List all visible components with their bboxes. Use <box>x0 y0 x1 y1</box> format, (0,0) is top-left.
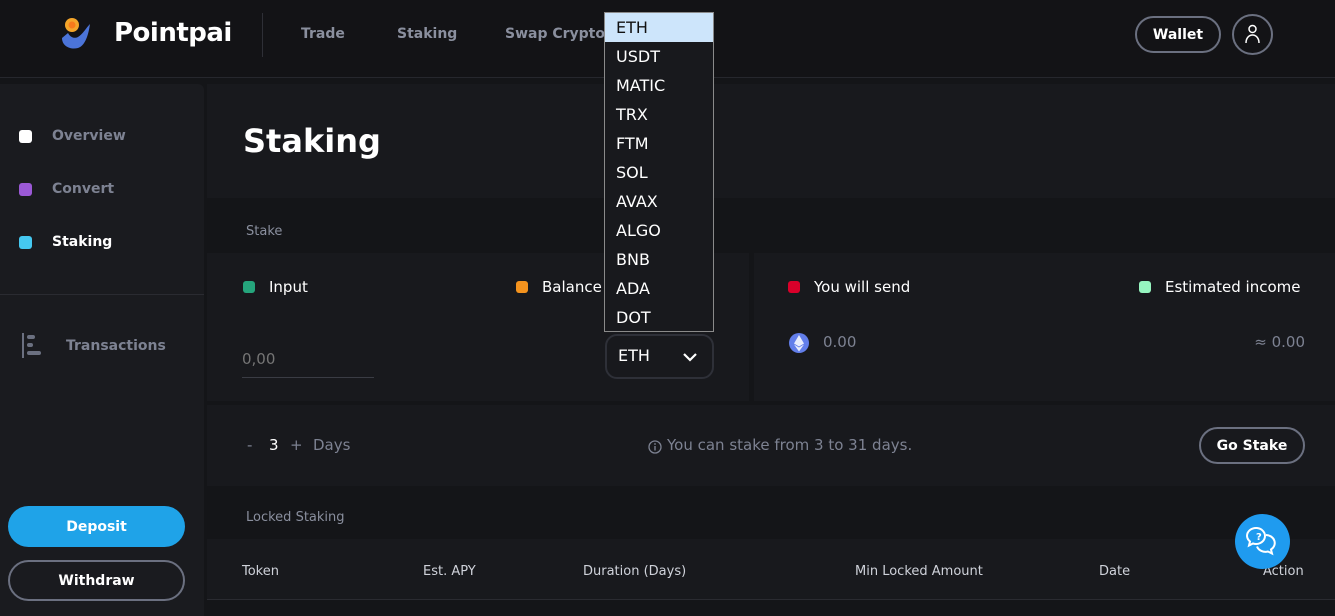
balance-label-text: Balance <box>542 278 602 296</box>
brand-name: Pointpai <box>114 18 232 48</box>
nav-staking[interactable]: Staking <box>397 26 457 42</box>
send-card: You will send Estimated income 0.00 ≈ 0.… <box>754 253 1335 401</box>
days-increment-button[interactable]: + <box>290 436 303 454</box>
days-label: Days <box>313 436 351 454</box>
chevron-down-icon <box>683 353 697 362</box>
income-label: Estimated income <box>1139 278 1300 296</box>
token-option-trx[interactable]: TRX <box>605 100 713 129</box>
sidebar-divider <box>0 294 204 295</box>
input-color-icon <box>243 281 255 293</box>
sidebar-item-convert[interactable]: Convert <box>19 179 114 199</box>
sidebar-item-overview[interactable]: Overview <box>19 126 126 146</box>
eth-icon <box>789 333 809 353</box>
balance-color-icon <box>516 281 528 293</box>
income-label-text: Estimated income <box>1165 278 1301 296</box>
sidebar-item-transactions[interactable]: Transactions <box>22 333 166 358</box>
sidebar-item-label: Convert <box>52 181 115 197</box>
stake-range-info: You can stake from 3 to 31 days. <box>667 436 913 454</box>
column-min-locked: Min Locked Amount <box>855 564 983 579</box>
user-profile-button[interactable] <box>1232 14 1273 55</box>
svg-text:?: ? <box>1256 532 1262 543</box>
column-token: Token <box>242 564 279 579</box>
sidebar-item-label: Staking <box>52 234 113 250</box>
token-dropdown-list[interactable]: ETH USDT MATIC TRX FTM SOL AVAX ALGO BNB… <box>604 12 714 332</box>
help-chat-button[interactable]: ? <box>1235 514 1290 569</box>
sidebar-item-label: Transactions <box>66 338 166 354</box>
token-option-sol[interactable]: SOL <box>605 158 713 187</box>
staking-dot-icon <box>19 235 32 249</box>
token-option-dot[interactable]: DOT <box>605 303 713 332</box>
withdraw-button[interactable]: Withdraw <box>8 560 185 601</box>
sidebar-item-label: Overview <box>52 128 126 144</box>
convert-dot-icon <box>19 182 32 196</box>
locked-staking-label: Locked Staking <box>246 510 345 525</box>
column-duration: Duration (Days) <box>583 564 687 579</box>
send-label: You will send <box>788 278 910 296</box>
days-value: 3 <box>269 436 279 454</box>
sidebar-item-staking[interactable]: Staking <box>19 232 112 252</box>
send-label-text: You will send <box>814 278 911 296</box>
token-option-bnb[interactable]: BNB <box>605 245 713 274</box>
page-title-box: Staking <box>207 84 1335 198</box>
input-label: Input <box>243 278 308 296</box>
user-icon <box>1245 24 1260 44</box>
token-option-avax[interactable]: AVAX <box>605 187 713 216</box>
amount-input[interactable] <box>242 341 374 378</box>
stake-section-label: Stake <box>246 224 283 239</box>
token-option-eth[interactable]: ETH <box>605 13 713 42</box>
deposit-button[interactable]: Deposit <box>8 506 185 547</box>
token-option-algo[interactable]: ALGO <box>605 216 713 245</box>
locked-table-header: Token Est. APY Duration (Days) Min Locke… <box>207 539 1335 600</box>
token-option-usdt[interactable]: USDT <box>605 42 713 71</box>
nav-swap-crypto[interactable]: Swap Crypto <box>505 26 605 42</box>
column-apy: Est. APY <box>423 564 476 579</box>
token-option-ftm[interactable]: FTM <box>605 129 713 158</box>
column-date: Date <box>1099 564 1131 579</box>
chat-help-icon: ? <box>1245 526 1276 556</box>
wallet-button[interactable]: Wallet <box>1135 16 1221 53</box>
token-select[interactable]: ETH <box>605 334 714 379</box>
duration-row: - 3 + Days You can stake from 3 to 31 da… <box>207 405 1335 486</box>
days-decrement-button[interactable]: - <box>247 436 252 454</box>
go-stake-button[interactable]: Go Stake <box>1199 427 1305 464</box>
pointpai-logo <box>62 18 90 49</box>
overview-dot-icon <box>19 129 32 143</box>
token-option-ada[interactable]: ADA <box>605 274 713 303</box>
token-option-matic[interactable]: MATIC <box>605 71 713 100</box>
page-title: Staking <box>243 122 381 160</box>
token-select-value: ETH <box>618 346 650 365</box>
nav-trade[interactable]: Trade <box>301 26 345 42</box>
header-divider <box>262 13 263 57</box>
input-label-text: Input <box>269 278 308 296</box>
income-value: ≈ 0.00 <box>1254 333 1305 351</box>
transactions-icon <box>22 333 41 358</box>
sidebar: Overview Convert Staking Transactions De… <box>0 84 204 616</box>
info-icon <box>648 440 662 454</box>
send-color-icon <box>788 281 800 293</box>
send-value: 0.00 <box>823 333 857 351</box>
balance-label: Balance <box>516 278 602 296</box>
income-color-icon <box>1139 281 1151 293</box>
